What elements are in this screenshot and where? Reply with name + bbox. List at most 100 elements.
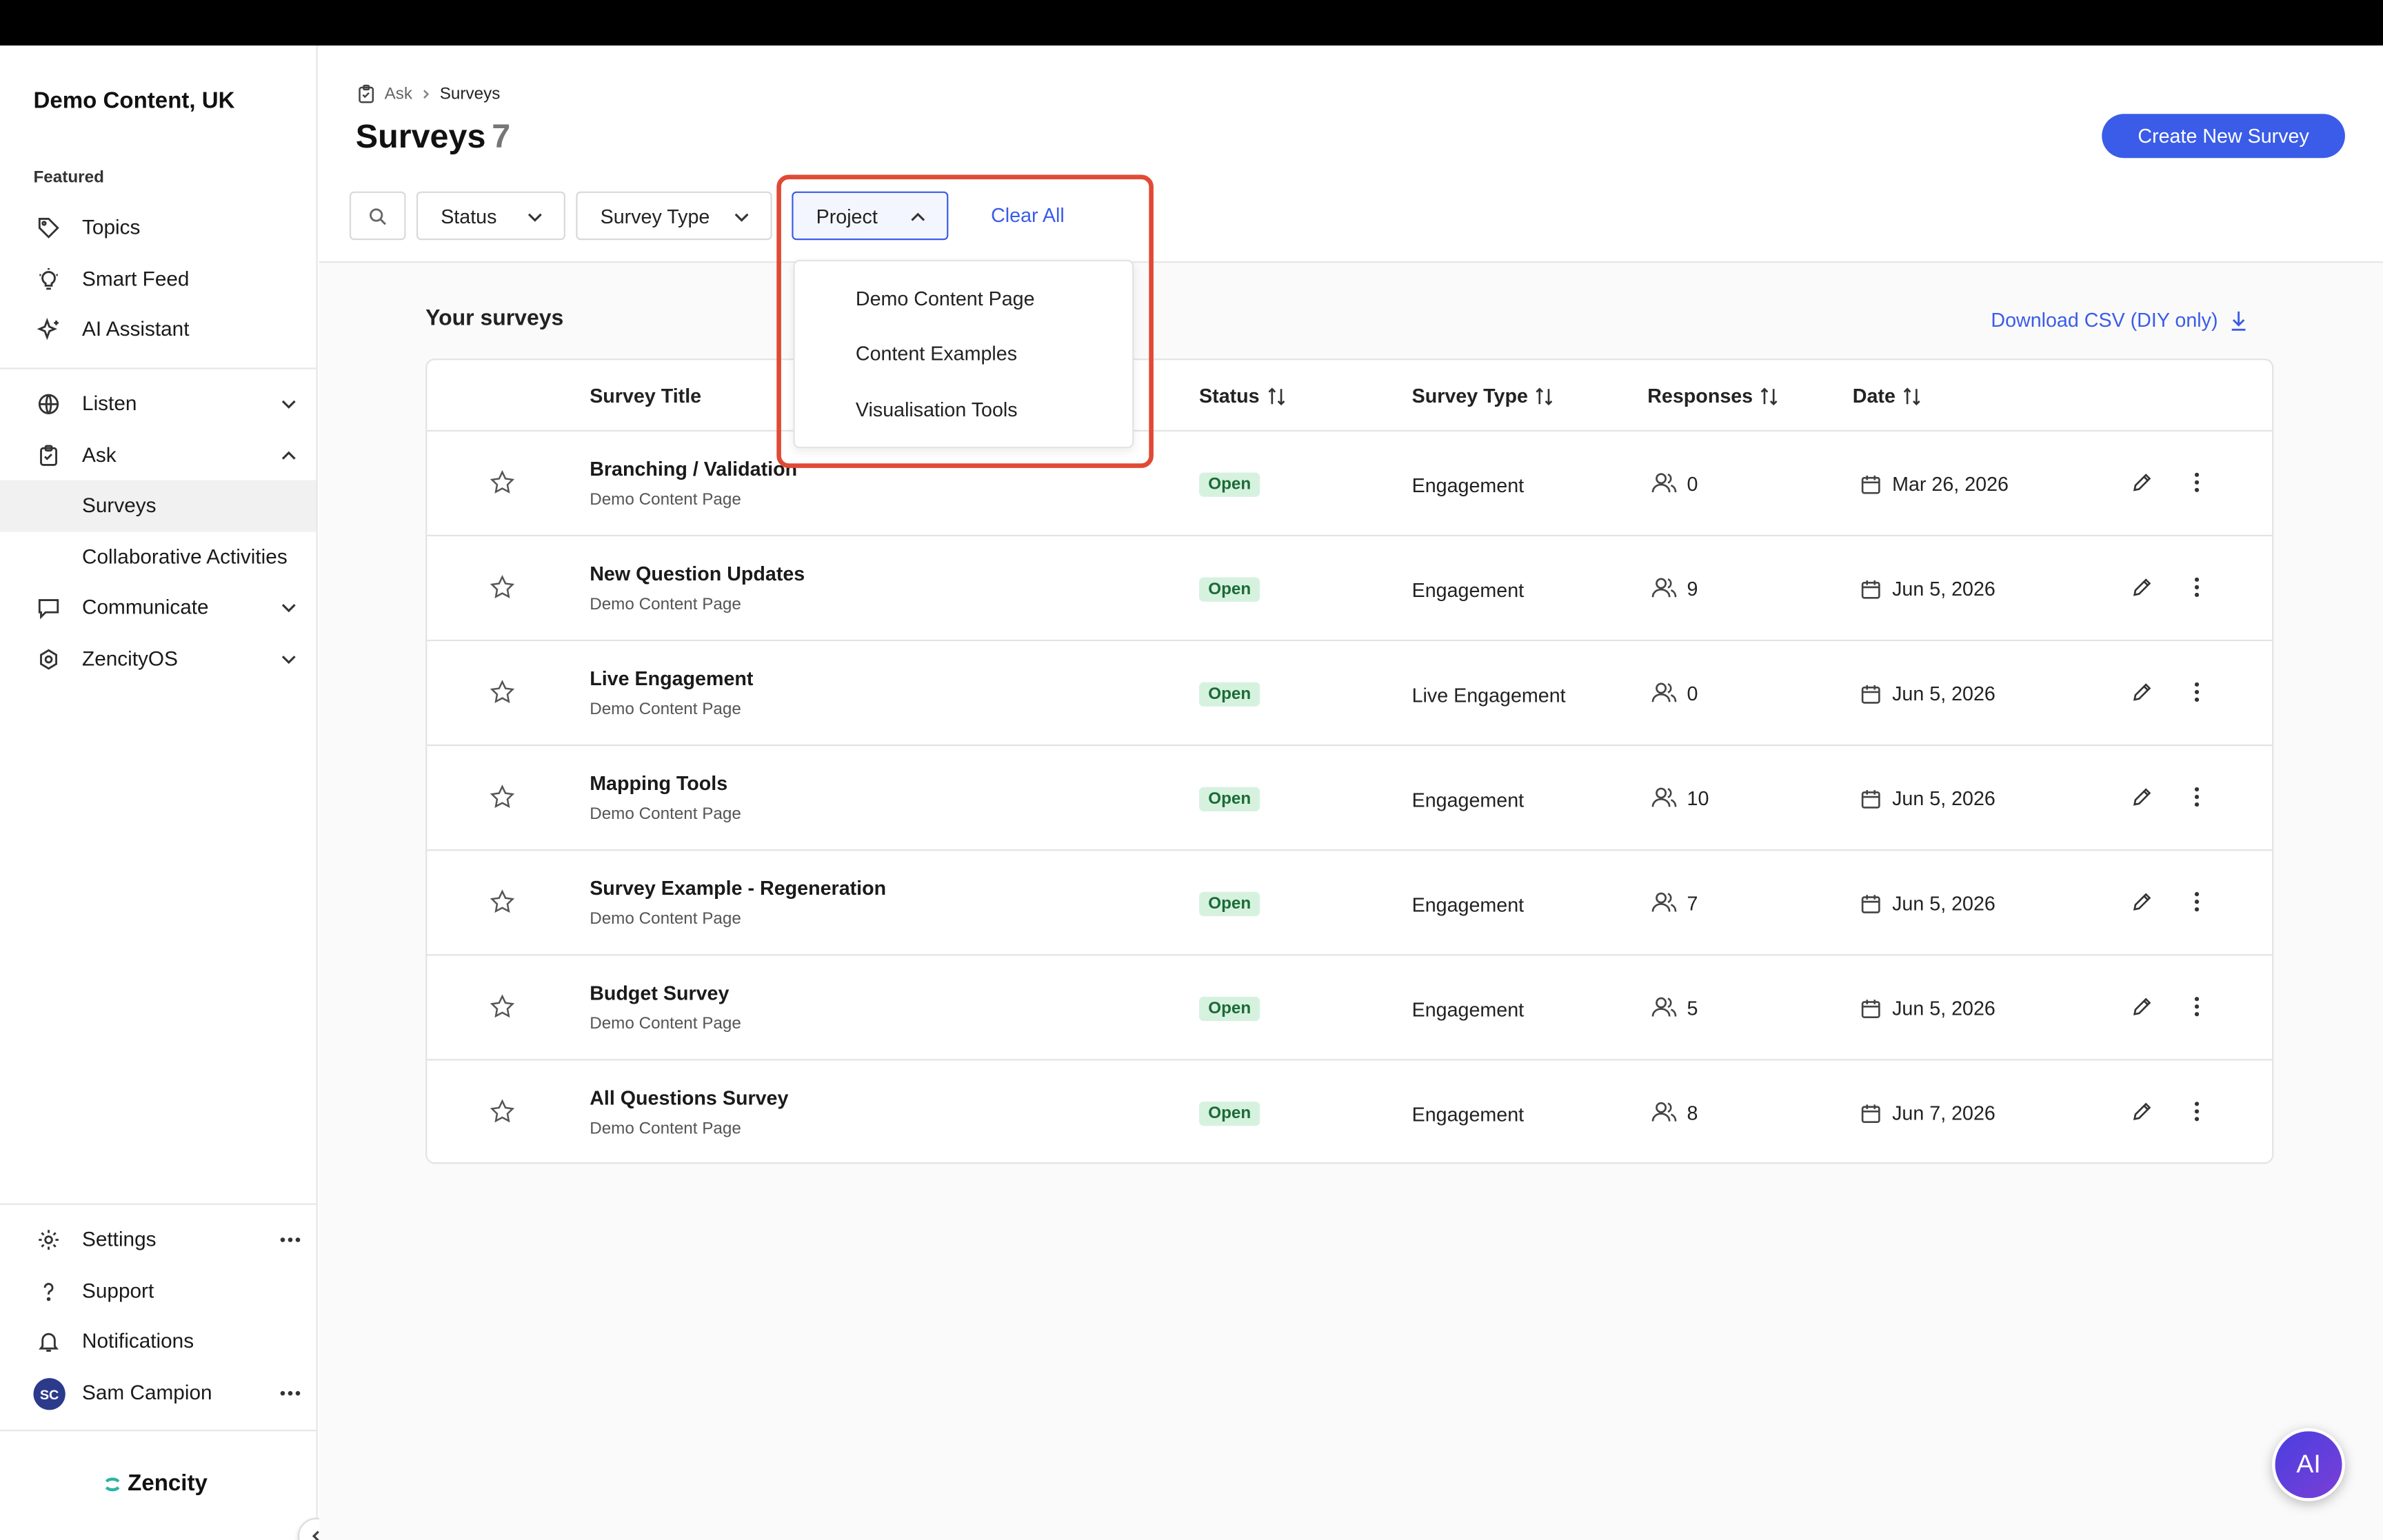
survey-date: Jun 5, 2026 bbox=[1892, 787, 1995, 810]
status-filter[interactable]: Status bbox=[416, 191, 565, 241]
responses-count: 9 bbox=[1687, 576, 1698, 600]
survey-type-filter[interactable]: Survey Type bbox=[576, 191, 772, 241]
sidebar-item-smart-feed[interactable]: Smart Feed bbox=[0, 254, 316, 305]
chevron-down-icon[interactable] bbox=[276, 596, 301, 620]
globe-icon bbox=[38, 394, 59, 414]
breadcrumb-ask[interactable]: Ask bbox=[385, 85, 412, 103]
question-icon bbox=[43, 1283, 54, 1301]
survey-title[interactable]: Budget Survey bbox=[590, 982, 729, 1004]
star-icon[interactable] bbox=[490, 1099, 515, 1124]
sidebar-item-label: Smart Feed bbox=[82, 267, 190, 290]
chevron-down-icon[interactable] bbox=[276, 392, 301, 416]
calendar-icon bbox=[1861, 999, 1880, 1017]
more-vertical-icon[interactable] bbox=[2185, 995, 2208, 1018]
more-vertical-icon[interactable] bbox=[2185, 576, 2208, 598]
survey-title[interactable]: New Question Updates bbox=[590, 563, 805, 585]
pencil-icon[interactable] bbox=[2131, 680, 2153, 703]
sidebar-item-label: Notifications bbox=[82, 1329, 194, 1352]
sidebar-item-support[interactable]: Support bbox=[0, 1266, 316, 1317]
table-row[interactable]: All Questions Survey Demo Content Page Ope… bbox=[427, 1059, 2273, 1164]
sidebar-item-label: Surveys bbox=[82, 494, 157, 517]
more-vertical-icon[interactable] bbox=[2185, 471, 2208, 494]
survey-date: Jun 5, 2026 bbox=[1892, 996, 1995, 1020]
download-csv-link[interactable]: Download CSV (DIY only) bbox=[1991, 308, 2248, 331]
chevron-down-icon[interactable] bbox=[276, 647, 301, 671]
org-name[interactable]: Demo Content, UK bbox=[33, 88, 234, 114]
date-cell: Jun 5, 2026 bbox=[1860, 682, 1995, 705]
sidebar-item-notifications[interactable]: Notifications bbox=[0, 1316, 316, 1368]
pencil-icon[interactable] bbox=[2131, 891, 2153, 913]
star-icon[interactable] bbox=[490, 889, 515, 914]
star-icon[interactable] bbox=[490, 993, 515, 1019]
table-row[interactable]: Budget Survey Demo Content Page Open Engage… bbox=[427, 954, 2273, 1059]
chevron-up-icon[interactable] bbox=[276, 444, 301, 468]
survey-type: Engagement bbox=[1411, 1103, 1525, 1126]
column-header-responses[interactable]: Responses bbox=[1647, 385, 1780, 407]
date-cell: Jun 7, 2026 bbox=[1860, 1102, 1995, 1124]
pencil-icon[interactable] bbox=[2131, 576, 2153, 598]
more-vertical-icon[interactable] bbox=[2185, 786, 2208, 809]
star-icon[interactable] bbox=[490, 679, 515, 705]
sidebar-item-zencityos[interactable]: ZencityOS bbox=[0, 634, 316, 685]
column-header-status[interactable]: Status bbox=[1199, 385, 1287, 407]
star-icon[interactable] bbox=[490, 574, 515, 600]
status-badge: Open bbox=[1199, 577, 1260, 602]
sidebar-item-collaborative-activities[interactable]: Collaborative Activities bbox=[0, 531, 316, 583]
pencil-icon[interactable] bbox=[2131, 471, 2153, 494]
sidebar-item-ask[interactable]: Ask bbox=[0, 430, 316, 482]
users-icon bbox=[1651, 682, 1677, 702]
more-horizontal-icon[interactable] bbox=[276, 1381, 304, 1406]
survey-project: Demo Content Page bbox=[590, 1119, 741, 1138]
sidebar-item-label: Support bbox=[82, 1279, 154, 1302]
sidebar-item-profile[interactable]: SC Sam Campion bbox=[0, 1368, 316, 1419]
project-option[interactable]: Demo Content Page bbox=[856, 287, 1035, 310]
survey-title[interactable]: Live Engagement bbox=[590, 667, 753, 690]
more-vertical-icon[interactable] bbox=[2185, 891, 2208, 913]
more-vertical-icon[interactable] bbox=[2185, 1100, 2208, 1123]
sort-icon bbox=[1761, 387, 1778, 405]
survey-title[interactable]: Mapping Tools bbox=[590, 772, 727, 795]
responses-count: 0 bbox=[1687, 681, 1698, 705]
sidebar-item-settings[interactable]: Settings bbox=[0, 1214, 316, 1266]
sidebar-item-surveys[interactable]: Surveys bbox=[0, 480, 316, 532]
sidebar-item-listen[interactable]: Listen bbox=[0, 378, 316, 430]
survey-project: Demo Content Page bbox=[590, 490, 741, 509]
table-row[interactable]: Live Engagement Demo Content Page Open Live… bbox=[427, 639, 2273, 744]
table-row[interactable]: Survey Example - Regeneration Demo Conten… bbox=[427, 849, 2273, 954]
pencil-icon[interactable] bbox=[2131, 1100, 2153, 1123]
sidebar-item-ai-assistant[interactable]: AI Assistant bbox=[0, 304, 316, 356]
survey-title[interactable]: All Questions Survey bbox=[590, 1086, 788, 1109]
search-button[interactable] bbox=[349, 191, 406, 241]
survey-title[interactable]: Branching / Validation bbox=[590, 457, 797, 480]
survey-type: Engagement bbox=[1411, 893, 1525, 917]
star-icon[interactable] bbox=[490, 469, 515, 495]
project-option[interactable]: Content Examples bbox=[856, 342, 1017, 365]
survey-count: 7 bbox=[492, 116, 511, 155]
more-vertical-icon[interactable] bbox=[2185, 680, 2208, 703]
table-row[interactable]: Branching / Validation Demo Content Page O… bbox=[427, 429, 2273, 535]
pencil-icon[interactable] bbox=[2131, 786, 2153, 809]
sidebar-item-label: Ask bbox=[82, 443, 117, 467]
survey-type: Engagement bbox=[1411, 998, 1525, 1022]
column-header-survey-type[interactable]: Survey Type bbox=[1412, 385, 1556, 407]
star-icon[interactable] bbox=[490, 784, 515, 809]
status-badge: Open bbox=[1199, 472, 1260, 497]
ai-assistant-button[interactable]: AI bbox=[2272, 1428, 2345, 1501]
pencil-icon[interactable] bbox=[2131, 995, 2153, 1018]
table-row[interactable]: New Question Updates Demo Content Page Ope… bbox=[427, 534, 2273, 640]
survey-project: Demo Content Page bbox=[590, 596, 741, 614]
responses-cell: 7 bbox=[1651, 891, 1698, 915]
column-header-date[interactable]: Date bbox=[1853, 385, 1923, 407]
project-option[interactable]: Visualisation Tools bbox=[856, 398, 1018, 421]
sidebar-item-communicate[interactable]: Communicate bbox=[0, 582, 316, 634]
responses-count: 10 bbox=[1687, 786, 1709, 809]
sidebar-item-topics[interactable]: Topics bbox=[0, 202, 316, 254]
survey-type: Engagement bbox=[1411, 788, 1525, 811]
os-icon bbox=[40, 649, 57, 670]
date-cell: Jun 5, 2026 bbox=[1860, 578, 1995, 600]
more-horizontal-icon[interactable] bbox=[276, 1228, 304, 1252]
users-icon bbox=[1651, 787, 1677, 807]
survey-title[interactable]: Survey Example - Regeneration bbox=[590, 877, 886, 900]
table-row[interactable]: Mapping Tools Demo Content Page Open Engage… bbox=[427, 744, 2273, 849]
create-new-survey-button[interactable]: Create New Survey bbox=[2102, 114, 2345, 159]
